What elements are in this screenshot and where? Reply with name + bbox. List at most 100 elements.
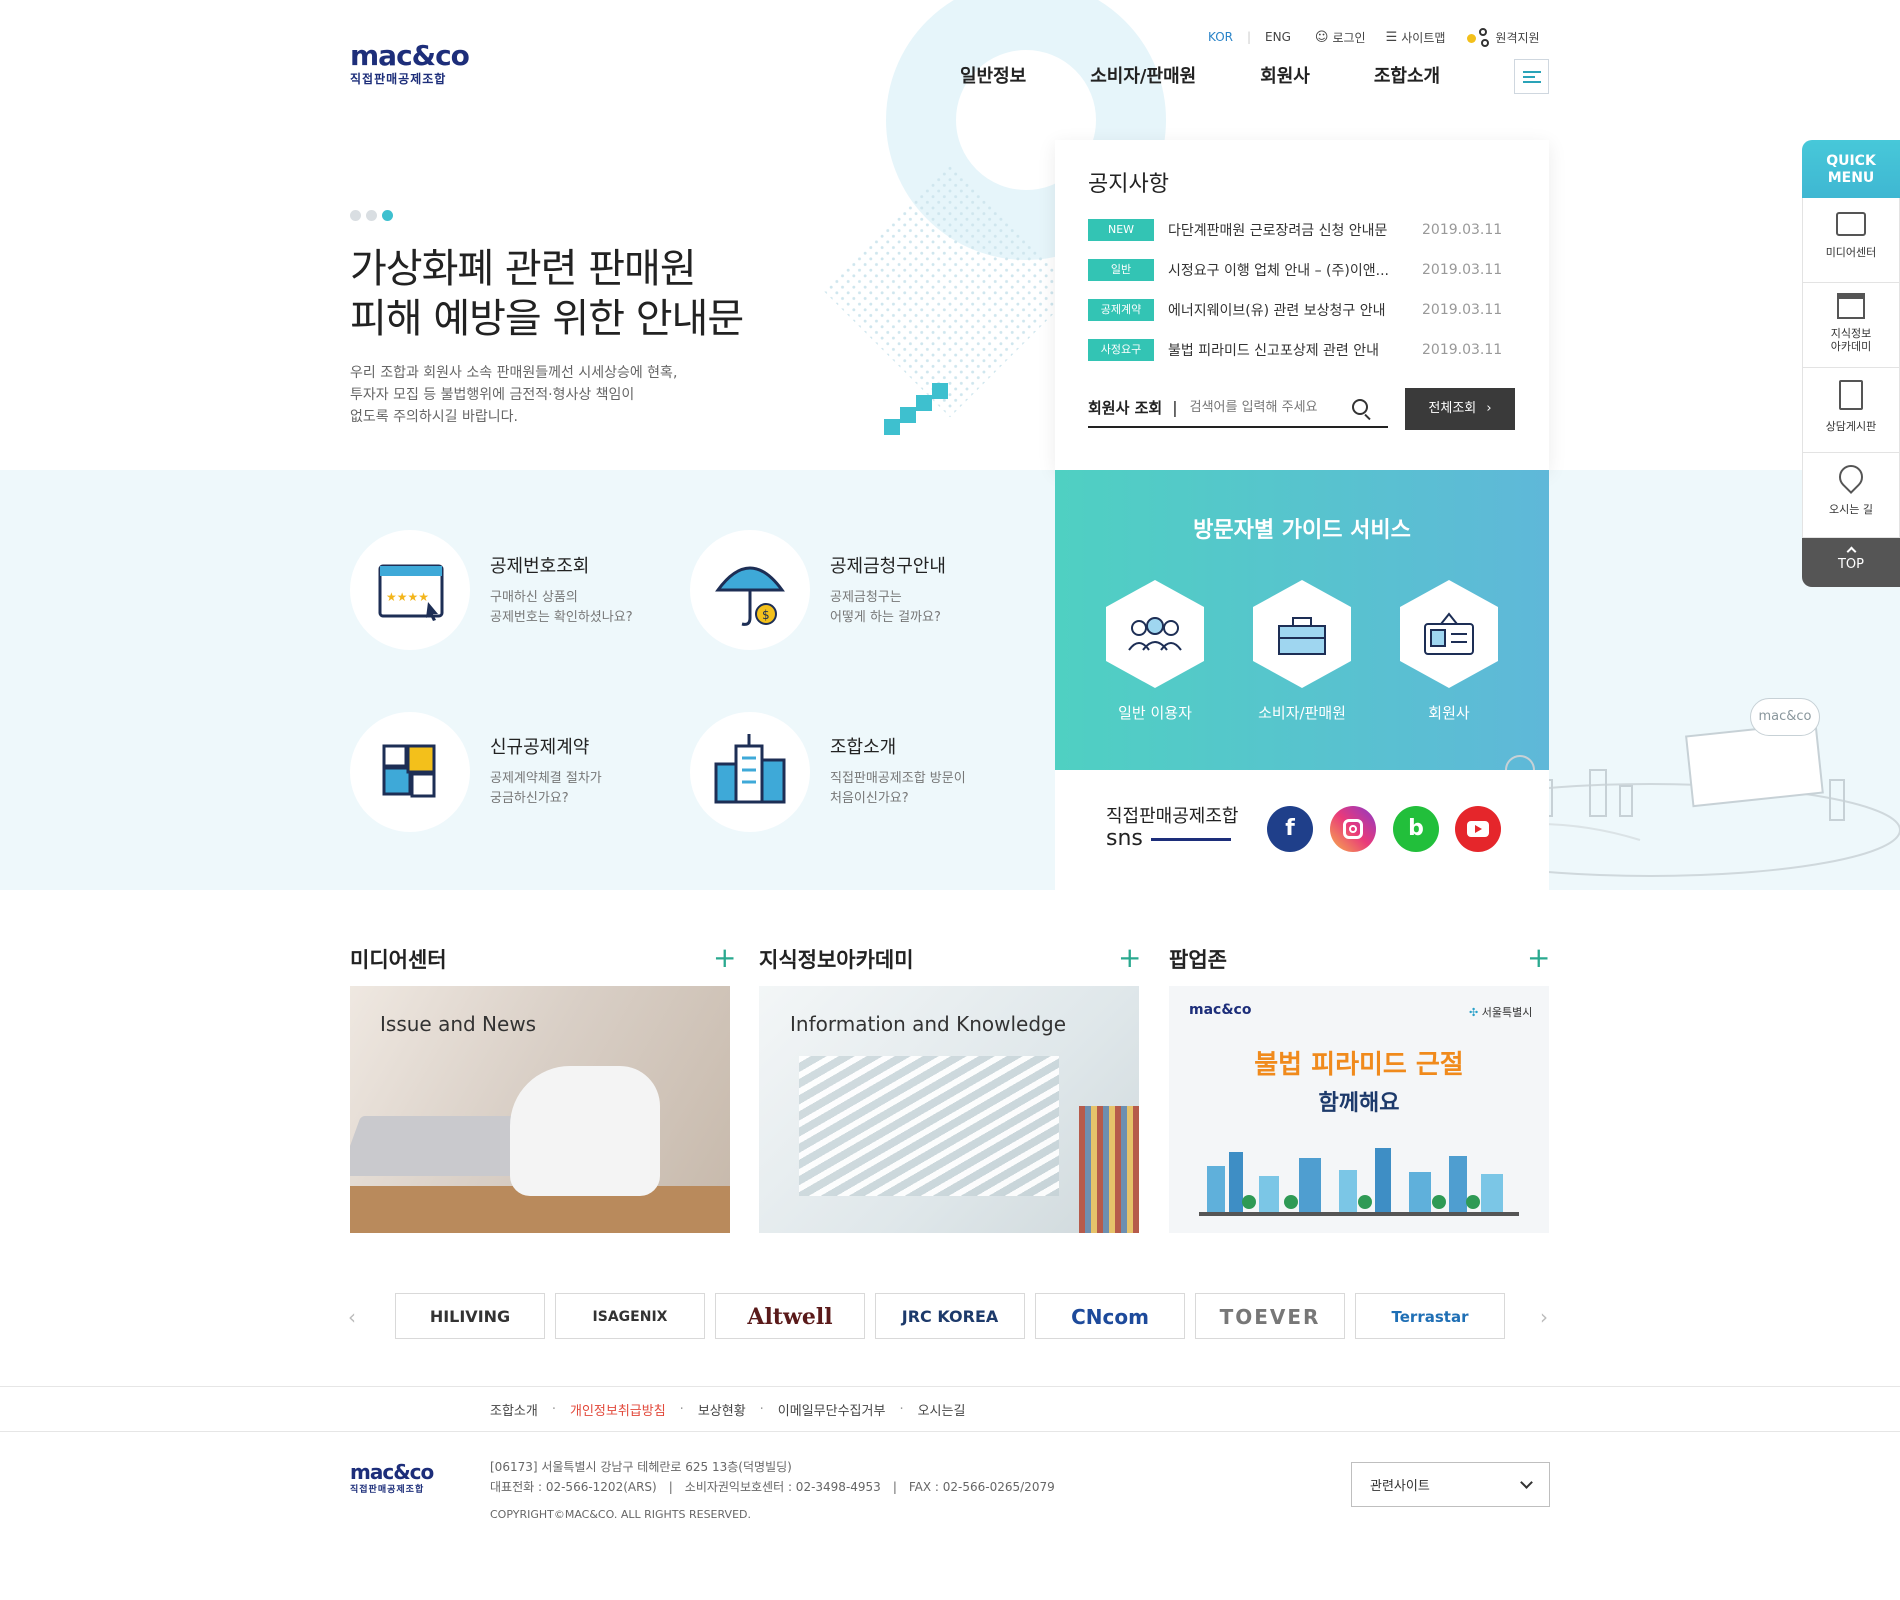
- footer-link-email-policy[interactable]: 이메일무단수집거부: [778, 1400, 886, 1419]
- blog-icon[interactable]: b: [1393, 806, 1439, 852]
- media-center-card[interactable]: Issue and News: [350, 986, 730, 1233]
- media-caption: Issue and News: [380, 1012, 537, 1036]
- service-deduction-lookup-text[interactable]: 공제번호조회 구매하신 상품의 공제번호는 확인하셨나요?: [490, 552, 633, 628]
- remote-support-label: 원격지원: [1495, 30, 1540, 45]
- footer-link-privacy[interactable]: 개인정보취급방침: [570, 1400, 666, 1419]
- remote-support-link[interactable]: 원격지원: [1465, 26, 1540, 48]
- facebook-glyph: f: [1285, 816, 1295, 841]
- notice-item[interactable]: 사정요구 불법 피라미드 신고포상제 관련 안내 2019.03.11: [1088, 330, 1518, 370]
- search-icon[interactable]: [1351, 399, 1371, 421]
- service-desc-line2: 궁금하신가요?: [490, 791, 569, 806]
- hero-dot-2[interactable]: [366, 210, 377, 221]
- academy-more-icon[interactable]: +: [1118, 944, 1141, 972]
- partner-logo[interactable]: HILIVING: [395, 1293, 545, 1339]
- service-about-union[interactable]: [690, 712, 810, 832]
- books-icon: [1837, 293, 1865, 319]
- popup-line2: 함께해요: [1318, 1091, 1400, 1116]
- service-new-contract[interactable]: [350, 712, 470, 832]
- login-label: 로그인: [1332, 30, 1366, 45]
- quick-head-line2: MENU: [1827, 170, 1875, 186]
- site-logo[interactable]: mac&co 직접판매공제조합: [350, 39, 470, 87]
- popup-more-icon[interactable]: +: [1527, 944, 1550, 972]
- search-divider: |: [1172, 397, 1178, 417]
- hero-dot-3[interactable]: [382, 210, 393, 221]
- notice-date: 2019.03.11: [1422, 342, 1503, 358]
- related-sites-label: 관련사이트: [1370, 1479, 1430, 1494]
- guide-general-user[interactable]: 일반 이용자: [1085, 580, 1225, 723]
- service-desc-line1: 공제계약체결 절차가: [490, 771, 602, 786]
- sns-title-text: 직접판매공제조합: [1106, 806, 1239, 827]
- guide-consumer-seller[interactable]: 소비자/판매원: [1232, 580, 1372, 723]
- popup-line1: 불법 피라미드 근절: [1254, 1050, 1464, 1080]
- user-icon: ☺: [1314, 29, 1329, 45]
- partner-logo[interactable]: ISAGENIX: [555, 1293, 705, 1339]
- notice-item[interactable]: NEW 다단계판매원 근로장려금 신청 안내문 2019.03.11: [1088, 210, 1518, 250]
- search-input[interactable]: [1187, 398, 1348, 416]
- partners-carousel: HILIVING ISAGENIX Altwell JRC KOREA CNco…: [395, 1293, 1505, 1339]
- quick-label: 미디어센터: [1825, 246, 1877, 259]
- hero-dot-1[interactable]: [350, 210, 361, 221]
- service-desc-line2: 어떻게 하는 걸까요?: [830, 610, 941, 625]
- instagram-glyph: [1343, 819, 1363, 839]
- lang-eng-link[interactable]: ENG: [1265, 30, 1291, 44]
- notice-item[interactable]: 공제계약 에너지웨이브(유) 관련 보상청구 안내 2019.03.11: [1088, 290, 1518, 330]
- facebook-icon[interactable]: f: [1267, 806, 1313, 852]
- partners-next-icon[interactable]: ›: [1540, 1305, 1548, 1329]
- notice-title: 공지사항: [1088, 172, 1169, 197]
- nav-general-info[interactable]: 일반정보: [960, 62, 1026, 88]
- lang-divider: |: [1247, 30, 1252, 44]
- seoul-logo: ✣ 서울특별시: [1469, 1004, 1532, 1020]
- service-deduction-lookup[interactable]: ★★★★: [350, 530, 470, 650]
- popup-banner[interactable]: mac&co ✣ 서울특별시 불법 피라미드 근절 함께해요: [1169, 986, 1549, 1233]
- academy-caption: Information and Knowledge: [790, 1012, 1067, 1036]
- scroll-top-button[interactable]: TOP: [1802, 538, 1900, 587]
- footer-links: 조합소개 · 개인정보취급방침 · 보상현황 · 이메일무단수집거부 · 오시는길: [0, 1386, 1900, 1432]
- quick-consult-board[interactable]: 상담게시판: [1802, 368, 1900, 453]
- sitemap-link[interactable]: ☰ 사이트맵: [1386, 29, 1446, 46]
- lang-kor-link[interactable]: KOR: [1208, 30, 1233, 44]
- quick-directions[interactable]: 오시는 길: [1802, 453, 1900, 538]
- sns-title: 직접판매공제조합 sns: [1106, 806, 1238, 850]
- footer-link-about[interactable]: 조합소개: [490, 1400, 538, 1419]
- partner-logo[interactable]: CNcom: [1035, 1293, 1185, 1339]
- footer-link-compensation[interactable]: 보상현황: [698, 1400, 746, 1419]
- media-more-icon[interactable]: +: [713, 944, 736, 972]
- footer-link-directions[interactable]: 오시는길: [918, 1400, 966, 1419]
- notice-item[interactable]: 일반 시정요구 이행 업체 안내 – (주)이앤... 2019.03.11: [1088, 250, 1518, 290]
- popup-zone-title: 팝업존: [1169, 948, 1227, 972]
- partner-logo[interactable]: Altwell: [715, 1293, 865, 1339]
- watermark-bubble: mac&co: [1750, 698, 1820, 736]
- youtube-glyph: [1467, 821, 1489, 837]
- academy-title: 지식정보아카데미: [759, 948, 914, 972]
- nav-member[interactable]: 회원사: [1260, 62, 1310, 88]
- logo-wordmark: mac&co: [350, 39, 470, 72]
- partner-logo[interactable]: JRC KOREA: [875, 1293, 1025, 1339]
- scroll-top-label: TOP: [1837, 557, 1864, 572]
- chevron-down-icon: [1520, 1476, 1533, 1489]
- view-all-button[interactable]: 전체조회 ›: [1405, 388, 1515, 430]
- notice-text: 다단계판매원 근로장려금 신청 안내문: [1168, 223, 1388, 239]
- login-link[interactable]: ☺ 로그인: [1315, 29, 1366, 46]
- service-new-contract-text[interactable]: 신규공제계약 공제계약체결 절차가 궁금하신가요?: [490, 733, 602, 809]
- academy-card[interactable]: Information and Knowledge: [759, 986, 1139, 1233]
- svg-text:$: $: [762, 608, 770, 622]
- partners-prev-icon[interactable]: ‹: [348, 1305, 356, 1329]
- bookshelf-image: [1079, 1106, 1139, 1233]
- instagram-icon[interactable]: [1330, 806, 1376, 852]
- hero-deco-stairs: [884, 383, 948, 435]
- notice-badge: 일반: [1088, 259, 1154, 281]
- notice-date: 2019.03.11: [1422, 302, 1503, 318]
- related-sites-select[interactable]: 관련사이트: [1351, 1462, 1550, 1507]
- service-about-union-text[interactable]: 조합소개 직접판매공제조합 방문이 처음이신가요?: [830, 733, 966, 809]
- quick-academy[interactable]: 지식정보 아카데미: [1802, 283, 1900, 368]
- service-claim-guide[interactable]: $: [690, 530, 810, 650]
- youtube-icon[interactable]: [1455, 806, 1501, 852]
- copyright-text: COPYRIGHT©MAC&CO. ALL RIGHTS RESERVED.: [490, 1508, 751, 1521]
- quick-media-center[interactable]: 미디어센터: [1802, 198, 1900, 283]
- service-claim-guide-text[interactable]: 공제금청구안내 공제금청구는 어떻게 하는 걸까요?: [830, 552, 946, 628]
- nav-consumer[interactable]: 소비자/판매원: [1090, 62, 1196, 88]
- nav-about[interactable]: 조합소개: [1374, 62, 1440, 88]
- partner-logo[interactable]: Terrastar: [1355, 1293, 1505, 1339]
- partner-logo[interactable]: TOEVER: [1195, 1293, 1345, 1339]
- all-menu-button[interactable]: [1514, 59, 1549, 94]
